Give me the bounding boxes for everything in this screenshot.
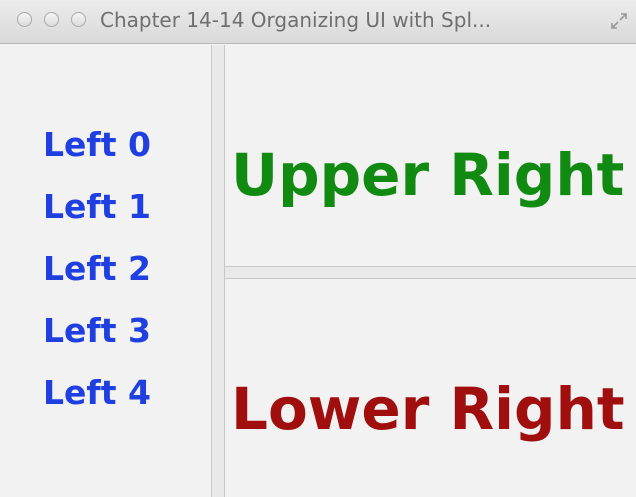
fullscreen-icon[interactable] [610, 12, 628, 30]
window-title: Chapter 14-14 Organizing UI with Spl... [100, 8, 492, 32]
upper-right-pane: Upper Right [225, 45, 636, 266]
left-label-0: Left 0 [43, 125, 151, 164]
horizontal-split-divider[interactable] [225, 266, 636, 279]
application-window: Chapter 14-14 Organizing UI with Spl... … [0, 0, 636, 497]
left-label-2: Left 2 [43, 249, 151, 288]
left-label-1: Left 1 [43, 187, 151, 226]
upper-right-label: Upper Right [231, 141, 625, 209]
left-label-4: Left 4 [43, 373, 151, 412]
lower-right-label: Lower Right [231, 375, 625, 443]
minimize-button[interactable] [44, 12, 59, 27]
vertical-split-divider[interactable] [211, 45, 225, 497]
lower-right-pane: Lower Right [225, 279, 636, 497]
close-button[interactable] [17, 12, 32, 27]
left-pane: Left 0 Left 1 Left 2 Left 3 Left 4 [5, 45, 211, 497]
left-label-3: Left 3 [43, 311, 151, 350]
left-label-list: Left 0 Left 1 Left 2 Left 3 Left 4 [43, 125, 151, 435]
zoom-button[interactable] [71, 12, 86, 27]
title-bar[interactable]: Chapter 14-14 Organizing UI with Spl... [0, 0, 636, 44]
